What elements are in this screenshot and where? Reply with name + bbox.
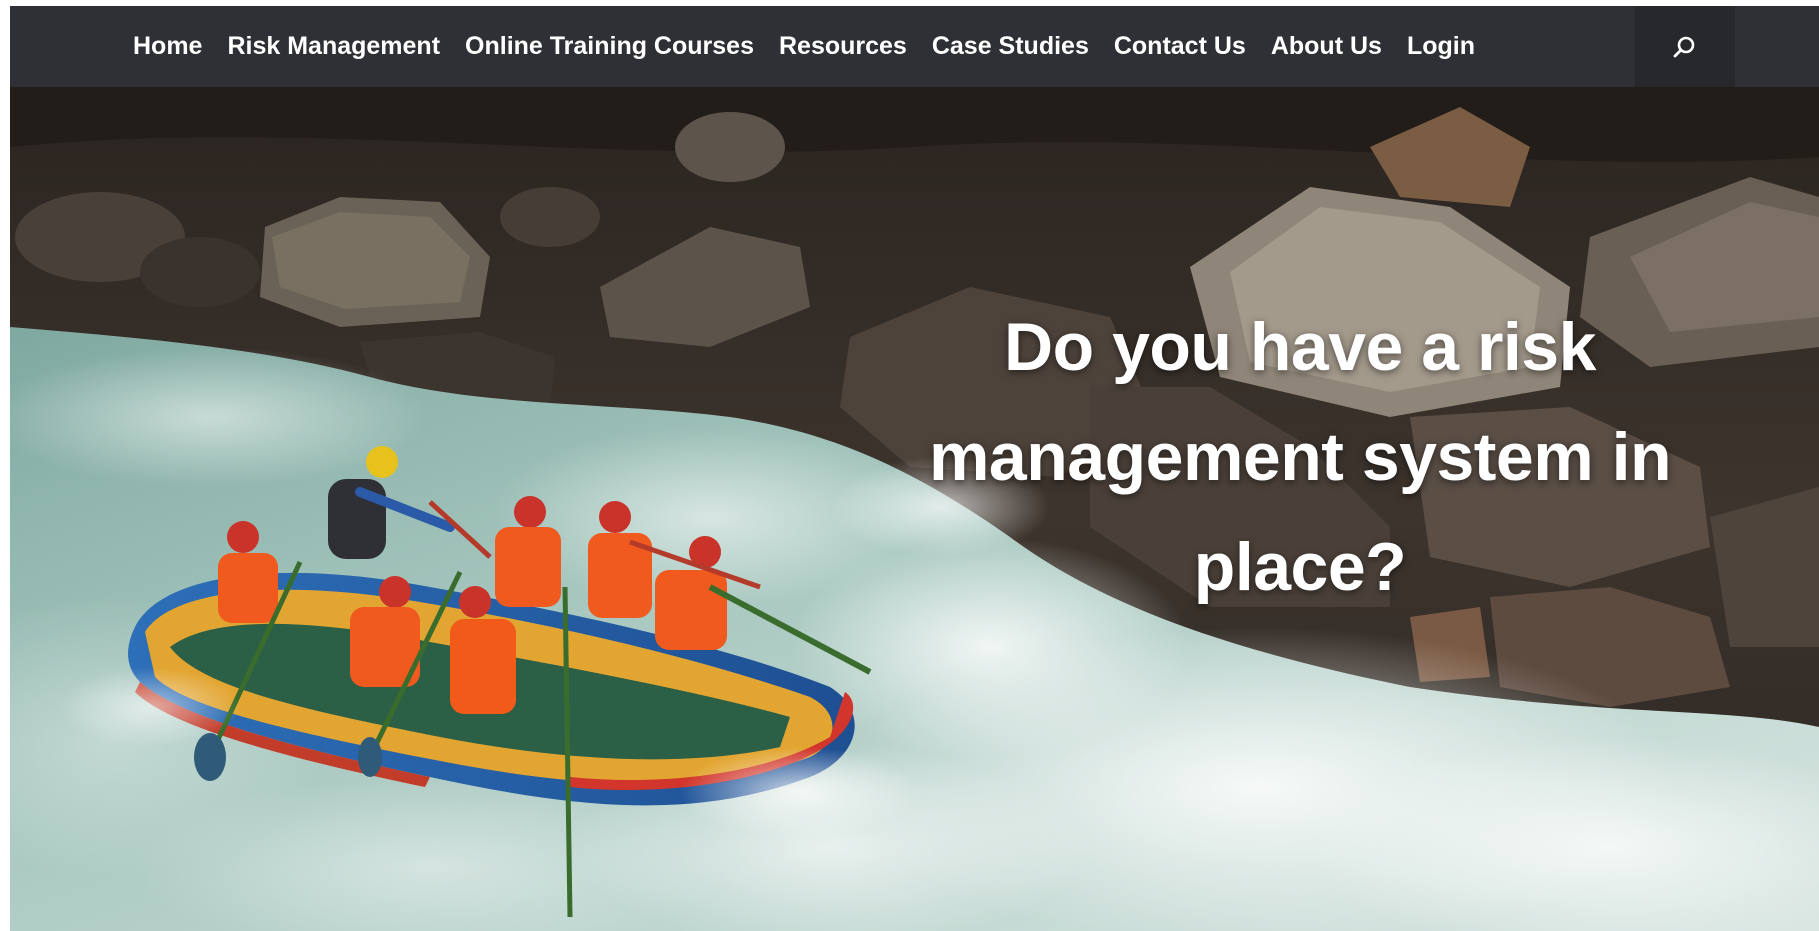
- nav-item-online-training-courses[interactable]: Online Training Courses: [465, 32, 754, 61]
- nav-item-case-studies[interactable]: Case Studies: [932, 32, 1089, 61]
- page: Home Risk Management Online Training Cou…: [10, 6, 1819, 931]
- hero-heading: Do you have a risk management system in …: [928, 309, 1672, 605]
- main-navbar: Home Risk Management Online Training Cou…: [10, 6, 1819, 87]
- nav-item-login[interactable]: Login: [1407, 32, 1475, 61]
- nav-menu: Home Risk Management Online Training Cou…: [133, 6, 1500, 87]
- nav-item-resources[interactable]: Resources: [779, 32, 907, 61]
- nav-item-about-us[interactable]: About Us: [1271, 32, 1382, 61]
- nav-item-home[interactable]: Home: [133, 32, 202, 61]
- search-button[interactable]: [1635, 6, 1735, 87]
- hero-banner: Do you have a risk management system in …: [10, 87, 1819, 931]
- search-icon: [1673, 36, 1695, 57]
- nav-item-contact-us[interactable]: Contact Us: [1114, 32, 1246, 61]
- nav-item-risk-management[interactable]: Risk Management: [227, 32, 440, 61]
